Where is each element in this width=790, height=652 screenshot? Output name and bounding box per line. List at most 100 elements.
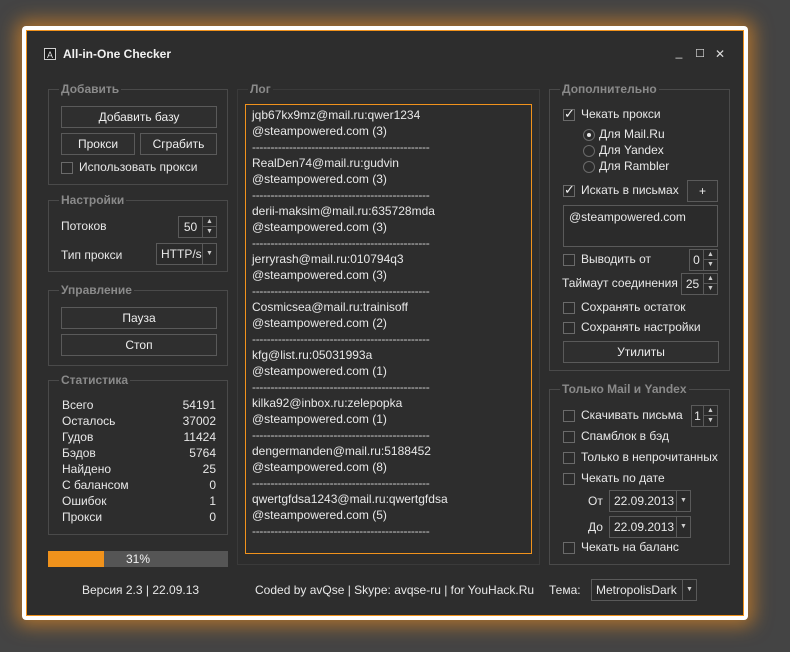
- chevron-down-icon[interactable]: ▼: [202, 227, 216, 237]
- threads-stepper[interactable]: 50 ▲ ▼: [178, 216, 217, 238]
- log-entry: kfg@list.ru:05031993a @steampowered.com …: [252, 347, 430, 395]
- chevron-up-icon[interactable]: ▲: [703, 250, 717, 260]
- check-proxy-checkbox[interactable]: [563, 106, 575, 122]
- unread-only-label: Только в непрочитанных: [581, 450, 718, 464]
- app-icon: A: [44, 48, 56, 60]
- chevron-down-icon[interactable]: ▼: [703, 284, 717, 294]
- pause-button[interactable]: Пауза: [61, 307, 217, 329]
- title-bar: A All-in-One Checker _ ☐ ✕: [27, 31, 743, 77]
- save-rest-checkbox[interactable]: [563, 302, 575, 314]
- extra-group-label: Дополнительно: [560, 82, 659, 96]
- stat-label-remaining: Осталось: [62, 414, 116, 428]
- use-proxy-checkbox[interactable]: [61, 162, 73, 174]
- progress-text: 31%: [125, 552, 151, 566]
- log-separator: ----------------------------------------…: [252, 284, 430, 298]
- output-from-stepper[interactable]: 0 ▲ ▼: [689, 249, 718, 271]
- proxy-type-select[interactable]: HTTP/s ▼: [156, 243, 217, 265]
- maximize-icon[interactable]: ☐: [693, 47, 707, 61]
- spamblock-label: Спамблок в бэд: [581, 429, 669, 443]
- add-base-button[interactable]: Добавить базу: [61, 106, 217, 128]
- by-date-checkbox[interactable]: [563, 473, 575, 485]
- log-entry: kilka92@inbox.ru:zelepopka @steampowered…: [252, 395, 430, 443]
- from-date-value: 22.09.2013: [614, 494, 675, 508]
- output-from-value: 0: [693, 253, 700, 267]
- log-match: @steampowered.com (3): [252, 220, 387, 234]
- close-icon[interactable]: ✕: [713, 47, 727, 61]
- stat-value-errors: 1: [209, 494, 216, 508]
- stop-button[interactable]: Стоп: [61, 334, 217, 356]
- radio-rambler[interactable]: [583, 161, 595, 173]
- add-search-button[interactable]: +: [687, 180, 718, 202]
- log-account: dengermanden@mail.ru:5188452: [252, 444, 431, 458]
- chevron-up-icon[interactable]: ▲: [703, 274, 717, 284]
- proxy-type-value: HTTP/s: [161, 247, 202, 261]
- spamblock-checkbox[interactable]: [563, 431, 575, 443]
- stat-value-total: 54191: [182, 398, 216, 412]
- search-in-mail-checkbox[interactable]: [563, 182, 575, 198]
- search-text: @steampowered.com: [569, 210, 686, 224]
- log-group-label: Лог: [248, 82, 273, 96]
- timeout-label: Таймаут соединения: [562, 276, 678, 290]
- chevron-down-icon[interactable]: ▼: [682, 580, 696, 600]
- chevron-up-icon[interactable]: ▲: [202, 217, 216, 227]
- credits-text: Coded by avQse | Skype: avqse-ru | for Y…: [255, 583, 535, 597]
- grab-button[interactable]: Сграбить: [140, 133, 217, 155]
- log-separator: ----------------------------------------…: [252, 236, 430, 250]
- chevron-up-icon[interactable]: ▲: [703, 406, 717, 416]
- search-textarea[interactable]: @steampowered.com: [563, 205, 718, 247]
- log-box[interactable]: jqb67kx9mz@mail.ru:qwer1234 @steampowere…: [245, 104, 532, 554]
- log-account: jerryrash@mail.ru:010794q3: [252, 252, 404, 266]
- radio-rambler-label: Для Rambler: [599, 159, 670, 173]
- extra-group: Дополнительно Чекать прокси Для Mail.Ru …: [549, 82, 730, 371]
- proxy-button[interactable]: Прокси: [61, 133, 135, 155]
- chevron-down-icon[interactable]: ▼: [676, 491, 690, 511]
- radio-yandex-label: Для Yandex: [599, 143, 664, 157]
- unread-only-checkbox[interactable]: [563, 452, 575, 464]
- timeout-stepper[interactable]: 25 ▲ ▼: [681, 273, 718, 295]
- log-entry: RealDen74@mail.ru:gudvin @steampowered.c…: [252, 155, 430, 203]
- minimize-icon[interactable]: _: [672, 45, 686, 59]
- theme-select[interactable]: MetropolisDark ▼: [591, 579, 697, 601]
- log-separator: ----------------------------------------…: [252, 524, 430, 538]
- log-match: @steampowered.com (8): [252, 460, 387, 474]
- log-separator: ----------------------------------------…: [252, 476, 430, 490]
- output-from-checkbox[interactable]: [563, 254, 575, 266]
- from-date-picker[interactable]: 22.09.2013 ▼: [609, 490, 691, 512]
- log-separator: ----------------------------------------…: [252, 188, 430, 202]
- chevron-down-icon[interactable]: ▼: [676, 517, 690, 537]
- log-account: Cosmicsea@mail.ru:trainisoff: [252, 300, 409, 314]
- output-from-label: Выводить от: [581, 252, 651, 266]
- download-checkbox[interactable]: [563, 410, 575, 422]
- log-entry: jerryrash@mail.ru:010794q3 @steampowered…: [252, 251, 430, 299]
- chevron-down-icon[interactable]: ▼: [703, 416, 717, 426]
- stats-group-label: Статистика: [59, 373, 131, 387]
- utilities-button[interactable]: Утилиты: [563, 341, 719, 363]
- stat-value-bad: 5764: [189, 446, 216, 460]
- log-entry: qwertgfdsa1243@mail.ru:qwertgfdsa @steam…: [252, 491, 448, 539]
- log-account: derii-maksim@mail.ru:635728mda: [252, 204, 435, 218]
- log-separator: ----------------------------------------…: [252, 140, 430, 154]
- download-stepper[interactable]: 1 ▲ ▼: [691, 405, 718, 427]
- radio-mailru[interactable]: [583, 129, 595, 141]
- stats-group: Статистика Всего 54191 Осталось 37002 Гу…: [48, 373, 228, 535]
- progress-bar: 31%: [48, 551, 228, 567]
- add-group-label: Добавить: [59, 82, 122, 96]
- to-date-picker[interactable]: 22.09.2013 ▼: [609, 516, 691, 538]
- threads-label: Потоков: [61, 219, 107, 233]
- save-settings-checkbox[interactable]: [563, 322, 575, 334]
- log-match: @steampowered.com (5): [252, 508, 387, 522]
- log-separator: ----------------------------------------…: [252, 332, 430, 346]
- log-match: @steampowered.com (2): [252, 316, 387, 330]
- chevron-down-icon[interactable]: ▼: [703, 260, 717, 270]
- log-match: @steampowered.com (3): [252, 124, 387, 138]
- chevron-down-icon[interactable]: ▼: [202, 244, 216, 264]
- settings-group-label: Настройки: [59, 193, 127, 207]
- stat-value-good: 11424: [183, 430, 216, 444]
- stat-value-proxy: 0: [209, 510, 216, 524]
- log-account: kfg@list.ru:05031993a: [252, 348, 373, 362]
- stat-label-total: Всего: [62, 398, 94, 412]
- radio-yandex[interactable]: [583, 145, 595, 157]
- check-balance-checkbox[interactable]: [563, 542, 575, 554]
- log-entry: derii-maksim@mail.ru:635728mda @steampow…: [252, 203, 435, 251]
- log-account: qwertgfdsa1243@mail.ru:qwertgfdsa: [252, 492, 448, 506]
